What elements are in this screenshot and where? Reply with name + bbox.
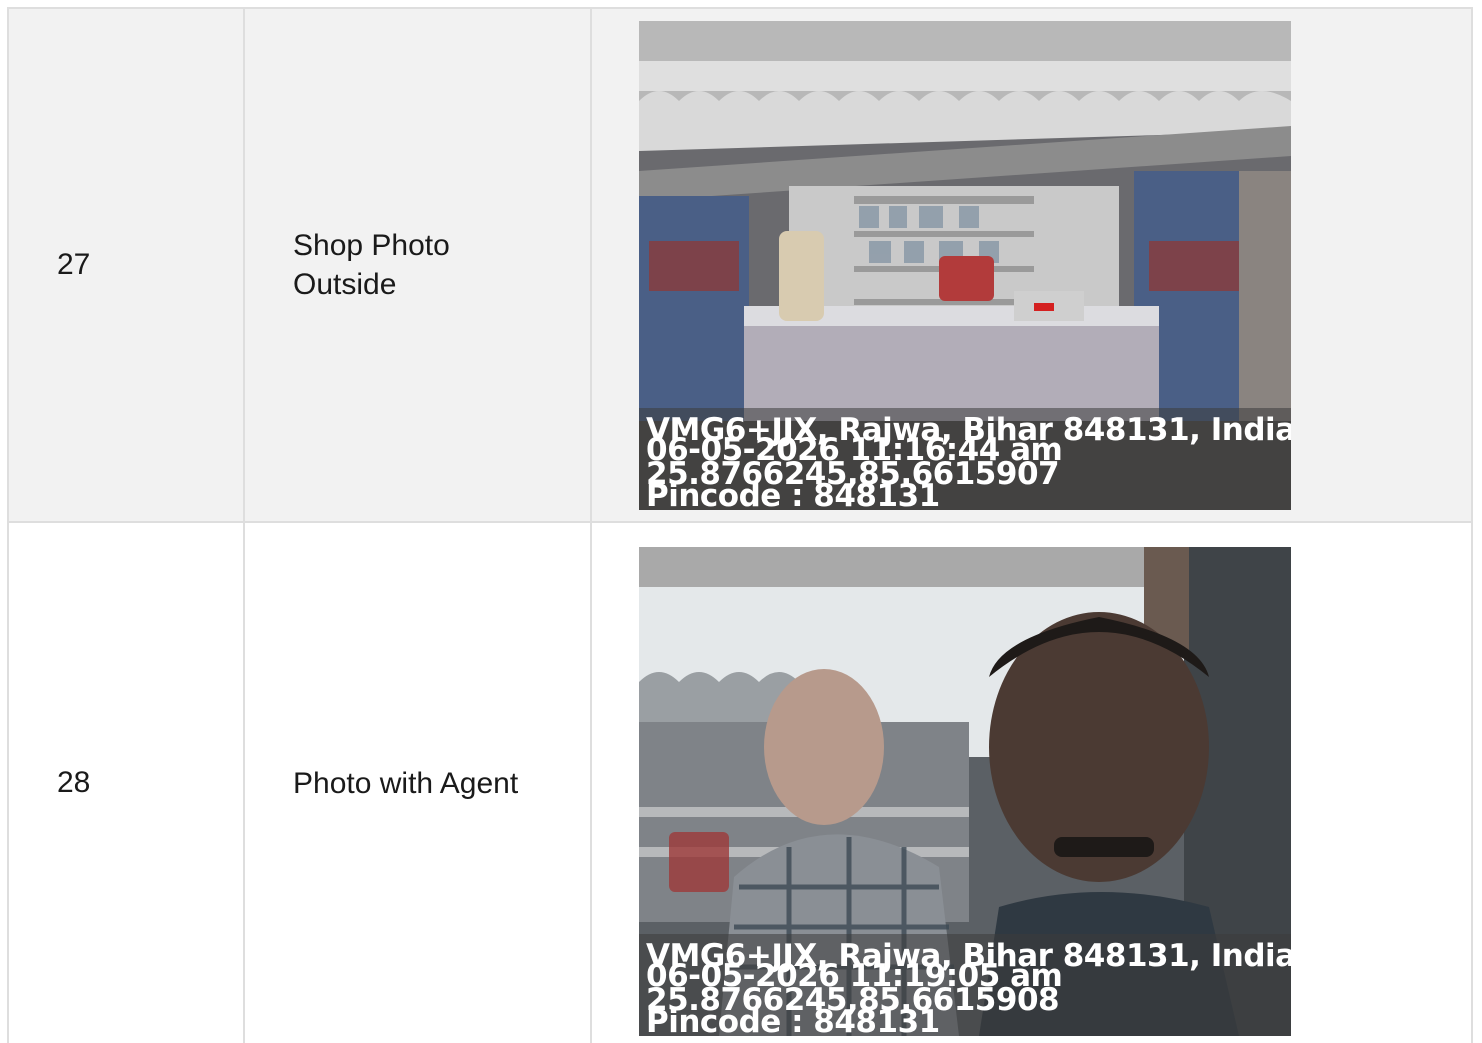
geotag-pincode: Pincode : 848131 <box>646 1003 940 1036</box>
shop-photo-image[interactable]: VMG6+JJX, Rajwa, Bihar 848131, India ...… <box>639 20 1291 510</box>
table-row: 27 Shop Photo Outside VMG6+JJX, Rajwa, B… <box>7 7 1473 523</box>
photo-label: Photo with Agent <box>243 521 592 1043</box>
table-row: 28 Photo with Agent VMG6+JJX, Rajwa, Bih… <box>7 521 1473 1043</box>
photo-cell: VMG6+JJX, Rajwa, Bihar 848131, India ...… <box>590 7 1473 523</box>
geotag-overlay: VMG6+JJX, Rajwa, Bihar 848131, India ...… <box>639 407 1291 510</box>
row-number: 27 <box>7 7 245 523</box>
document-photos-table: 27 Shop Photo Outside VMG6+JJX, Rajwa, B… <box>7 7 1473 1043</box>
agent-photo-image[interactable]: VMG6+JJX, Rajwa, Bihar 848131, India ...… <box>639 546 1291 1036</box>
geotag-overlay: VMG6+JJX, Rajwa, Bihar 848131, India ...… <box>639 933 1291 1036</box>
photo-cell: VMG6+JJX, Rajwa, Bihar 848131, India ...… <box>590 521 1473 1043</box>
row-number: 28 <box>7 521 245 1043</box>
photo-label: Shop Photo Outside <box>243 7 592 523</box>
geotag-pincode: Pincode : 848131 <box>646 477 940 510</box>
